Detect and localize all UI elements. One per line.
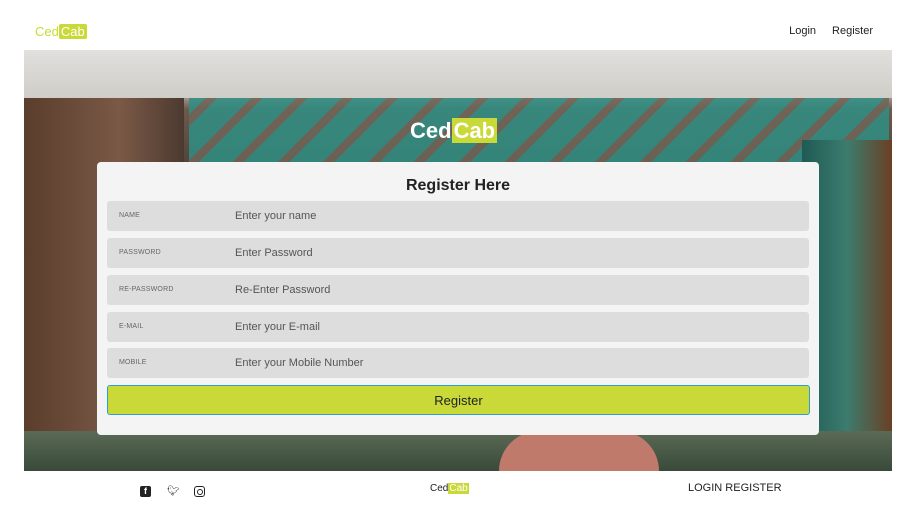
re-password-input[interactable] [235,275,795,305]
re-password-label: RE-PASSWORD [119,286,174,293]
mobile-input[interactable] [235,348,795,378]
password-input[interactable] [235,238,795,268]
nav-login-link[interactable]: Login [789,25,816,37]
name-label: NAME [119,212,141,219]
hero-person [499,431,659,471]
password-label: PASSWORD [119,249,161,256]
header-logo-part2: Cab [58,24,87,39]
instagram-icon[interactable] [194,486,205,497]
footer-logo-part1: Ced [430,483,449,494]
footer: f 🐦︎ CedCab LOGIN REGISTER [0,471,923,521]
hero-ceiling [24,50,892,98]
name-input[interactable] [235,201,795,231]
header-nav: Login Register [789,25,873,37]
footer-login-link[interactable]: LOGIN [688,482,722,494]
register-button[interactable]: Register [107,385,810,415]
password-field: PASSWORD [107,238,809,268]
nav-register-link[interactable]: Register [832,25,873,37]
hero-brand-part2: Cab [451,118,498,143]
footer-logo-part2: Cab [448,483,469,494]
hero-floor [24,431,892,471]
email-field: E-MAIL [107,312,809,342]
top-navbar: Ced Cab Login Register [0,0,923,50]
email-label: E-MAIL [119,323,144,330]
form-title: Register Here [405,177,511,194]
mobile-field: MOBILE [107,348,809,378]
name-field: NAME [107,201,809,231]
mobile-label: MOBILE [119,359,147,366]
register-form-card: Register Here NAME PASSWORD RE-PASSWORD … [97,162,819,435]
social-links: f 🐦︎ [140,486,205,497]
header-logo-part1: Ced [35,24,59,39]
header-logo[interactable]: Ced Cab [35,24,87,39]
footer-register-link[interactable]: REGISTER [725,482,781,494]
email-input[interactable] [235,312,795,342]
footer-logo: CedCab [430,483,469,494]
facebook-icon[interactable]: f [140,486,151,497]
re-password-field: RE-PASSWORD [107,275,809,305]
hero-brand-logo: CedCab [410,118,498,144]
footer-links: LOGIN REGISTER [688,482,782,494]
hero-brand-part1: Ced [410,118,452,143]
twitter-icon[interactable]: 🐦︎ [167,486,180,497]
